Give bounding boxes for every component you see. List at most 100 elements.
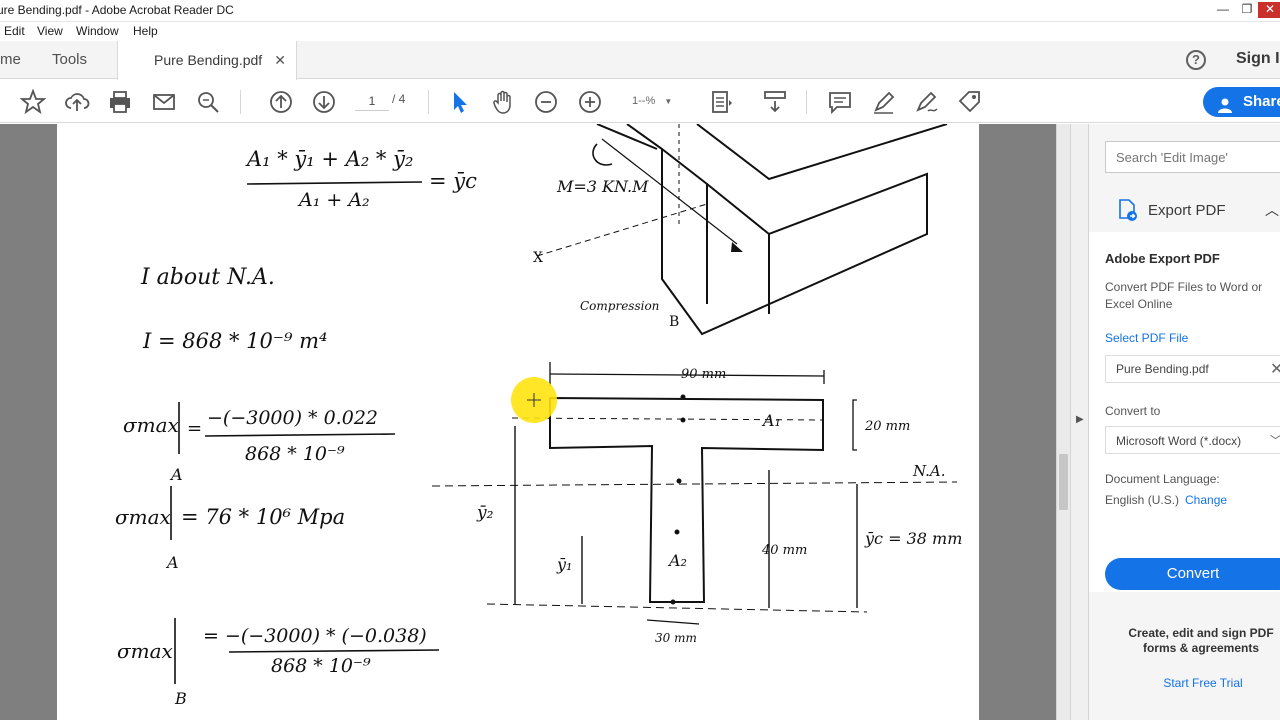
equals-sign: =	[187, 418, 202, 439]
start-free-trial-link[interactable]: Start Free Trial	[1105, 676, 1280, 690]
export-pdf-header[interactable]: Export PDF ︿	[1089, 192, 1280, 228]
moment-label: M=3 KN.M	[556, 177, 649, 196]
convert-to-select[interactable]: Microsoft Word (*.docx) ﹀	[1105, 426, 1280, 454]
menu-help[interactable]: Help	[133, 24, 158, 38]
chevron-down-icon: ﹀	[1270, 435, 1280, 447]
dim-90mm: 90 mm	[681, 367, 726, 382]
export-pdf-label: Export PDF	[1148, 202, 1226, 219]
sigma-a-numerator: −(−3000) * 0.022	[207, 407, 378, 429]
t-section	[549, 396, 824, 603]
scrollbar-thumb[interactable]	[1059, 454, 1068, 510]
menu-bar: Edit View Window Help	[0, 22, 1280, 41]
convert-to-label: Convert to	[1105, 404, 1161, 418]
restore-icon[interactable]: ❐	[1236, 2, 1258, 18]
formula-denominator: A₁ + A₂	[297, 189, 370, 211]
export-pdf-description: Convert PDF Files to Word or Excel Onlin…	[1105, 280, 1263, 311]
i-about-na: I about N.A.	[140, 265, 275, 290]
email-icon[interactable]	[151, 89, 177, 115]
menu-edit[interactable]: Edit	[4, 24, 25, 38]
window-title: ure Bending.pdf - Adobe Acrobat Reader D…	[0, 3, 234, 17]
expand-panel-icon[interactable]: ▶	[1076, 414, 1084, 425]
toolbar-divider	[240, 90, 241, 114]
handwritten-notes: A₁ * ȳ₁ + A₂ * ȳ₂ A₁ + A₂ = ȳc I about N…	[115, 124, 962, 708]
tools-pane: Export PDF ︿ Adobe Export PDF Convert PD…	[1088, 124, 1280, 720]
zoom-level-select[interactable]: 1--% ▼	[622, 91, 686, 111]
sigma-a-denominator: 868 * 10⁻⁹	[245, 443, 345, 465]
close-tab-icon[interactable]: ✕	[274, 52, 286, 68]
export-pdf-title: Adobe Export PDF	[1105, 251, 1220, 266]
x-axis-label: X	[533, 250, 543, 266]
print-icon[interactable]	[107, 89, 133, 115]
zoom-level-value: 1--%	[632, 95, 656, 107]
page-number-input[interactable]: 1	[355, 91, 389, 111]
sign-in-link[interactable]: Sign I	[1236, 50, 1280, 68]
convert-to-value: Microsoft Word (*.docx)	[1116, 434, 1242, 448]
formula-numerator: A₁ * ȳ₁ + A₂ * ȳ₂	[245, 147, 413, 171]
close-window-icon[interactable]: ✕	[1258, 2, 1280, 18]
sigma-a-result: = 76 * 10⁶ Mpa	[181, 505, 345, 529]
share-label: Share	[1243, 93, 1280, 110]
tab-tools[interactable]: Tools	[52, 41, 87, 79]
hand-tool-icon[interactable]	[490, 89, 516, 115]
dim-40mm: 40 mm	[761, 543, 807, 558]
convert-button[interactable]: Convert	[1105, 558, 1280, 590]
dim-20mm: 20 mm	[864, 419, 910, 434]
toolbar-divider	[428, 90, 429, 114]
scroll-mode-icon[interactable]	[762, 89, 788, 115]
export-pdf-icon	[1115, 198, 1139, 225]
dim-30mm: 30 mm	[655, 631, 697, 645]
neutral-axis-label: N.A.	[912, 462, 946, 480]
comment-icon[interactable]	[827, 89, 853, 115]
zoom-out-icon[interactable]	[533, 89, 559, 115]
tab-document[interactable]: Pure Bending.pdf ✕	[117, 41, 297, 80]
tab-home[interactable]: me	[0, 41, 21, 79]
menu-view[interactable]: View	[37, 24, 63, 38]
compression-label: Compression	[580, 299, 659, 313]
title-bar: ure Bending.pdf - Adobe Acrobat Reader D…	[0, 0, 1280, 22]
search-zoom-icon[interactable]	[195, 89, 221, 115]
panel-toggle-bar[interactable]: ▶	[1070, 124, 1088, 720]
area-a1-label: A₁	[761, 411, 781, 430]
page-total: / 4	[392, 92, 406, 106]
chevron-up-icon[interactable]: ︿	[1265, 200, 1279, 220]
promo-text: Create, edit and sign PDF forms & agreem…	[1128, 626, 1274, 655]
sigma-max-a-2: σmax	[115, 505, 171, 529]
point-b-label-1: B	[174, 689, 187, 708]
tab-document-label: Pure Bending.pdf	[154, 52, 263, 68]
zoom-in-icon[interactable]	[577, 89, 603, 115]
menu-window[interactable]: Window	[76, 24, 119, 38]
search-tools-input[interactable]	[1105, 141, 1280, 173]
fit-page-icon[interactable]	[708, 89, 734, 115]
star-icon[interactable]	[19, 88, 47, 115]
document-language-label: Document Language:	[1105, 472, 1220, 486]
toolbar-divider	[806, 90, 807, 114]
y2-label: ȳ₂	[476, 503, 494, 523]
pdf-page: A₁ * ȳ₁ + A₂ * ȳ₂ A₁ + A₂ = ȳc I about N…	[57, 124, 979, 720]
help-icon[interactable]: ?	[1186, 50, 1206, 70]
select-pdf-file-link[interactable]: Select PDF File	[1105, 331, 1188, 345]
y1-label: ȳ₁	[556, 555, 572, 574]
highlight-pen-icon[interactable]	[871, 89, 897, 115]
tab-bar: me Tools Pure Bending.pdf ✕ ? Sign I	[0, 41, 1280, 80]
remove-file-icon[interactable]: ✕	[1270, 359, 1280, 379]
share-button[interactable]: Share	[1203, 87, 1280, 117]
stamp-tag-icon[interactable]	[957, 89, 983, 115]
previous-page-icon[interactable]	[268, 89, 294, 115]
selected-file-name: Pure Bending.pdf	[1116, 362, 1209, 376]
upload-cloud-icon[interactable]	[64, 89, 90, 115]
change-language-link[interactable]: Change	[1185, 493, 1227, 507]
user-icon	[1217, 94, 1233, 124]
toolbar: 1 / 4 1--% ▼ Share	[0, 80, 1280, 123]
vertical-scrollbar[interactable]	[1056, 124, 1070, 720]
draw-signature-icon[interactable]	[914, 89, 940, 115]
document-viewport[interactable]: A₁ * ȳ₁ + A₂ * ȳ₂ A₁ + A₂ = ȳc I about N…	[0, 124, 1056, 720]
i-value: I = 868 * 10⁻⁹ m⁴	[142, 329, 327, 353]
formula-result: = ȳc	[429, 169, 477, 193]
chevron-down-icon: ▼	[664, 97, 673, 106]
selected-file: Pure Bending.pdf ✕	[1105, 355, 1280, 383]
select-cursor-icon[interactable]	[447, 89, 473, 115]
sigma-max-b: σmax	[117, 639, 173, 663]
document-language-value: English (U.S.)	[1105, 493, 1180, 507]
next-page-icon[interactable]	[311, 89, 337, 115]
minimize-icon[interactable]: —	[1212, 2, 1234, 18]
